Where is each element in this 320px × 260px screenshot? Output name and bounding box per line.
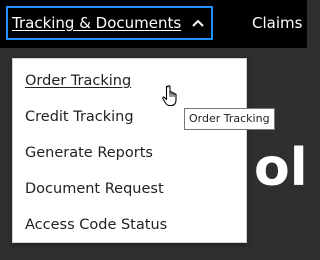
hand-pointer-icon	[162, 85, 177, 107]
menu-item-credit-tracking[interactable]: Credit Tracking	[25, 106, 134, 128]
tracking-documents-dropdown: Order Tracking Credit Tracking Generate …	[12, 58, 247, 243]
page-heading-fragment: ol	[254, 138, 308, 198]
menu-item-document-request[interactable]: Document Request	[25, 178, 164, 200]
tooltip: Order Tracking	[184, 108, 275, 130]
tracking-documents-menu-button[interactable]: Tracking & Documents	[6, 6, 214, 40]
menu-item-access-code-status[interactable]: Access Code Status	[25, 214, 167, 236]
menu-item-order-tracking[interactable]: Order Tracking	[25, 70, 131, 92]
chevron-up-icon	[192, 19, 204, 27]
tracking-documents-menu-label: Tracking & Documents	[12, 14, 182, 32]
claims-menu-link[interactable]: Claims	[252, 14, 302, 32]
top-navbar: Tracking & Documents Claims	[0, 0, 307, 48]
menu-item-generate-reports[interactable]: Generate Reports	[25, 142, 153, 164]
